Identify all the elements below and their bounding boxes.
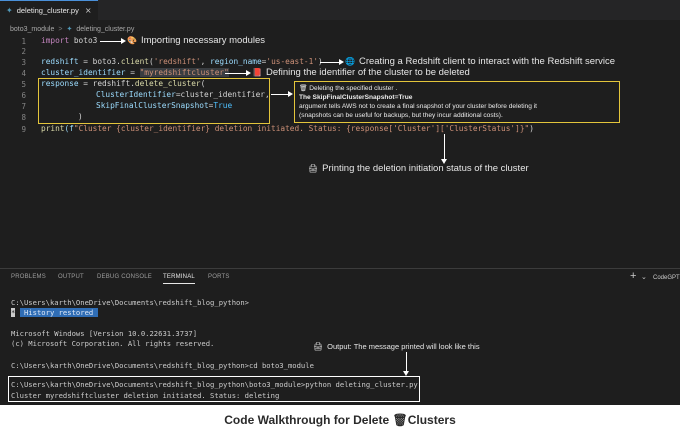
terminal-windows-version: Microsoft Windows [Version 10.0.22631.37…	[11, 329, 198, 338]
code-token: 'redshift'	[153, 57, 201, 66]
breadcrumb-folder[interactable]: boto3_module	[10, 26, 54, 33]
printer-icon: 🖨	[308, 164, 319, 173]
note-body-2: (snapshots can be useful for backups, bu…	[299, 112, 503, 119]
line-number: 1	[21, 37, 26, 46]
annotation-client: 🌐 Creating a Redshift client to interact…	[345, 56, 615, 67]
line-number: 2	[21, 47, 26, 56]
line-number: 8	[21, 113, 26, 122]
code-token: = boto3.	[78, 57, 121, 66]
code-token: 'us-east-1'	[266, 57, 319, 66]
tab-deleting-cluster[interactable]: ✦ deleting_cluster.py ×	[0, 0, 98, 20]
tab-output[interactable]: OUTPUT	[58, 274, 84, 280]
code-token: =	[125, 68, 140, 77]
book-icon: 📕	[252, 68, 262, 77]
line-number: 7	[21, 102, 26, 111]
code-token: print	[41, 124, 65, 133]
code-token: "Cluster {cluster_identifier} deletion i…	[73, 124, 530, 133]
palette-icon: 🎨	[127, 36, 137, 45]
tab-problems[interactable]: PROBLEMS	[11, 274, 46, 280]
line-number: 9	[21, 125, 26, 134]
note-title: 🗑 Deleting the specified cluster .	[299, 84, 615, 93]
annotation-identifier: 📕 Defining the identifier of the cluster…	[252, 67, 470, 78]
python-file-icon: ✦	[6, 6, 13, 15]
trash-icon: 🗑	[299, 85, 308, 92]
line-number: 6	[21, 91, 26, 100]
tab-terminal[interactable]: TERMINAL	[163, 274, 195, 284]
terminal-copyright: (c) Microsoft Corporation. All rights re…	[11, 339, 215, 348]
code-token: client	[120, 57, 149, 66]
annotation-arrow	[100, 38, 126, 44]
editor-tab-bar: ✦ deleting_cluster.py ×	[0, 0, 680, 20]
code-token: "myredshiftcluster"	[139, 68, 229, 77]
annotation-arrow	[225, 70, 251, 76]
panel-tabs: PROBLEMS OUTPUT DEBUG CONSOLE TERMINAL P…	[0, 269, 680, 287]
vscode-screenshot: ✦ deleting_cluster.py × boto3_module > ✦…	[0, 0, 680, 405]
code-line-1: import boto3	[41, 36, 97, 45]
code-token: ,	[200, 57, 211, 66]
annotation-arrow	[320, 59, 344, 65]
annotation-arrow	[271, 91, 293, 97]
code-line-9: print(f"Cluster {cluster_identifier} del…	[41, 124, 534, 133]
chevron-down-icon[interactable]: ⌄	[641, 273, 647, 281]
line-number: 3	[21, 58, 26, 67]
trash-icon: 🗑	[392, 413, 408, 427]
note-body-1: argument tells AWS not to create a final…	[299, 103, 537, 110]
snapshot-note-box: 🗑 Deleting the specified cluster . The S…	[294, 81, 620, 123]
terminal-prompt-1: C:\Users\karth\OneDrive\Documents\redshi…	[11, 298, 249, 307]
annotation-client-text: Creating a Redshift client to interact w…	[358, 56, 616, 67]
annotation-arrow	[403, 352, 409, 376]
line-number: 4	[21, 69, 26, 78]
note-title-text: Deleting the specified cluster .	[309, 85, 398, 92]
tab-ports[interactable]: PORTS	[208, 274, 230, 280]
code-token: region_name	[210, 57, 262, 66]
code-line-3: redshift = boto3.client('redshift', regi…	[41, 57, 323, 66]
code-highlight-box	[38, 78, 270, 124]
code-token: redshift	[41, 57, 79, 66]
history-star-badge: *	[11, 308, 16, 317]
annotation-identifier-text: Defining the identifier of the cluster t…	[265, 67, 470, 78]
code-token: import	[41, 36, 70, 45]
codegpt-label[interactable]: CodeGPT	[653, 275, 680, 281]
annotation-print: 🖨 Printing the deletion initiation statu…	[308, 163, 529, 174]
code-token: )	[529, 124, 534, 133]
annotation-arrow	[441, 134, 447, 164]
close-tab-icon[interactable]: ×	[85, 6, 92, 15]
annotation-output-text: Output: The message printed will look li…	[327, 342, 480, 351]
tab-debug-console[interactable]: DEBUG CONSOLE	[97, 274, 152, 280]
code-token: cluster_identifier	[41, 68, 126, 77]
code-line-4: cluster_identifier = "myredshiftcluster"	[41, 68, 229, 77]
annotation-output: 🖨 Output: The message printed will look …	[313, 342, 480, 351]
python-file-icon: ✦	[66, 26, 73, 33]
line-number: 5	[21, 80, 26, 89]
terminal-cd-command: C:\Users\karth\OneDrive\Documents\redshi…	[11, 361, 314, 370]
breadcrumb-separator: >	[58, 25, 63, 33]
code-token: (f	[64, 124, 74, 133]
breadcrumb: boto3_module > ✦ deleting_cluster.py	[10, 23, 134, 35]
printer-icon: 🖨	[313, 342, 324, 351]
code-token: boto3	[69, 36, 98, 45]
note-bold-line: The SkipFinalClusterSnapshot=True	[299, 94, 413, 101]
output-highlight-box	[8, 376, 420, 402]
caption-text-end: Clusters	[407, 413, 456, 427]
caption-text-start: Code Walkthrough for Delete	[224, 413, 393, 427]
history-restored-badge: History restored	[19, 308, 98, 317]
terminal-history-line: * History restored	[11, 308, 98, 317]
annotation-print-text: Printing the deletion initiation status …	[322, 163, 529, 174]
new-terminal-plus-icon[interactable]: +	[630, 270, 636, 282]
annotation-import-text: Importing necessary modules	[140, 35, 266, 46]
annotation-import: 🎨 Importing necessary modules	[127, 35, 265, 46]
tab-filename: deleting_cluster.py	[16, 6, 79, 15]
globe-icon: 🌐	[345, 57, 355, 66]
breadcrumb-file[interactable]: deleting_cluster.py	[76, 26, 134, 33]
figure-caption: Code Walkthrough for Delete 🗑Clusters	[0, 413, 680, 427]
